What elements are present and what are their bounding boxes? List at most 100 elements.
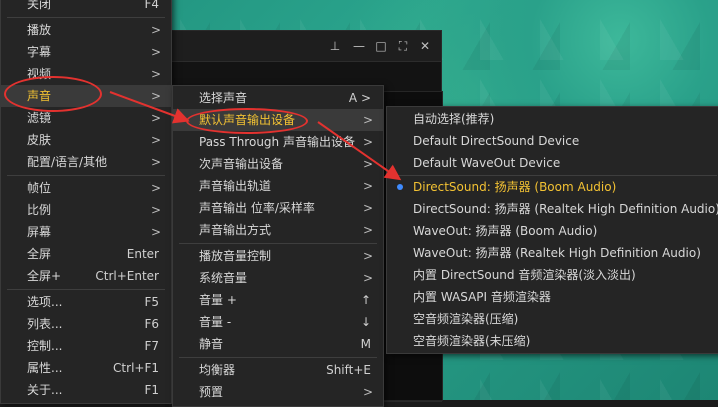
device-item-null-compressed[interactable]: 空音频渲染器(压缩) [387, 308, 718, 330]
menu-item-pass-through-device[interactable]: Pass Through 声音输出设备 > [173, 131, 383, 153]
menu-item-screen[interactable]: 屏幕 > [1, 221, 171, 243]
annotation-ellipse-default-device [186, 108, 308, 134]
menu-item-label: 列表... [27, 317, 63, 331]
chevron-right-icon: > [362, 223, 373, 237]
menu-item-about[interactable]: 关于... F1 [1, 379, 171, 401]
menu-item-volume-down[interactable]: 音量 - ↓ [173, 311, 383, 333]
chevron-right-icon: > [362, 201, 373, 215]
menu-item-filter[interactable]: 滤镜 > [1, 107, 171, 129]
menu-item-label: 空音频渲染器(未压缩) [413, 334, 531, 348]
menu-item-label: 屏幕 [27, 225, 52, 239]
menu-item-secondary-device[interactable]: 次声音输出设备 > [173, 153, 383, 175]
menu-item-label: WaveOut: 扬声器 (Realtek High Definition Au… [413, 246, 701, 260]
device-item-builtin-directsound[interactable]: 内置 DirectSound 音频渲染器(淡入淡出) [387, 264, 718, 286]
menu-separator [7, 17, 165, 18]
shortcut-label: Ctrl+F1 [113, 361, 159, 375]
pin-icon[interactable]: ⊥ [327, 38, 343, 54]
sound-submenu: 选择声音 A > 默认声音输出设备 > Pass Through 声音输出设备 > 次… [172, 85, 384, 407]
menu-item-label: 选项... [27, 295, 63, 309]
shortcut-label: F5 [144, 295, 159, 309]
fullscreen-icon[interactable]: ⛶ [395, 38, 411, 54]
menu-item-label: 字幕 [27, 45, 52, 59]
menu-item-label: 音量 + [199, 293, 237, 307]
player-titlebar: ⊥ — □ ⛶ ✕ [151, 31, 441, 62]
device-item-null-uncompressed[interactable]: 空音频渲染器(未压缩) [387, 330, 718, 352]
menu-item-volume-up[interactable]: 音量 + ↑ [173, 289, 383, 311]
close-icon[interactable]: ✕ [417, 38, 433, 54]
menu-item-play[interactable]: 播放 > [1, 19, 171, 41]
shortcut-label: F1 [144, 383, 159, 397]
menu-item-control[interactable]: 控制... F7 [1, 335, 171, 357]
annotation-ellipse-sound [4, 76, 102, 112]
menu-item-select-sound[interactable]: 选择声音 A > [173, 87, 383, 109]
shortcut-label: ↓ [360, 315, 371, 329]
menu-item-output-track[interactable]: 声音输出轨道 > [173, 175, 383, 197]
menu-item-equalizer[interactable]: 均衡器 Shift+E [173, 359, 383, 381]
menu-item-label: 内置 DirectSound 音频渲染器(淡入淡出) [413, 268, 636, 282]
menu-item-label: 系统音量 [199, 271, 248, 285]
shortcut-label: Enter [126, 247, 159, 261]
chevron-right-icon: > [150, 111, 161, 125]
chevron-right-icon: > [150, 225, 161, 239]
chevron-right-icon: > [362, 157, 373, 171]
chevron-right-icon: > [150, 67, 161, 81]
output-device-submenu: 自动选择(推荐) Default DirectSound Device Defa… [386, 106, 718, 354]
menu-item-ratio[interactable]: 比例 > [1, 199, 171, 221]
device-item-builtin-wasapi[interactable]: 内置 WASAPI 音频渲染器 [387, 286, 718, 308]
chevron-right-icon: > [362, 135, 373, 149]
chevron-right-icon: > [150, 23, 161, 37]
chevron-right-icon: > [362, 113, 373, 127]
menu-separator [7, 289, 165, 290]
menu-item-label: 内置 WASAPI 音频渲染器 [413, 290, 551, 304]
menu-item-output-mode[interactable]: 声音输出方式 > [173, 219, 383, 241]
menu-item-label: 配置/语言/其他 [27, 155, 108, 169]
menu-item-system-volume[interactable]: 系统音量 > [173, 267, 383, 289]
menu-item-label: 空音频渲染器(压缩) [413, 312, 519, 326]
device-item-default-directsound[interactable]: Default DirectSound Device [387, 130, 718, 152]
menu-item-properties[interactable]: 属性... Ctrl+F1 [1, 357, 171, 379]
menu-item-config[interactable]: 配置/语言/其他 > [1, 151, 171, 173]
menu-item-label: DirectSound: 扬声器 (Realtek High Definitio… [413, 202, 718, 216]
chevron-right-icon: > [362, 249, 373, 263]
chevron-right-icon: > [150, 133, 161, 147]
chevron-right-icon: > [150, 155, 161, 169]
shortcut-label: F4 [144, 0, 159, 11]
menu-item-frame[interactable]: 帧位 > [1, 177, 171, 199]
device-item-default-waveout[interactable]: Default WaveOut Device [387, 152, 718, 174]
shortcut-label: M [360, 337, 371, 351]
menu-item-label: DirectSound: 扬声器 (Boom Audio) [413, 180, 617, 194]
device-item-directsound-boom[interactable]: DirectSound: 扬声器 (Boom Audio) [387, 176, 718, 198]
menu-item-playlist[interactable]: 列表... F6 [1, 313, 171, 335]
menu-item-skin[interactable]: 皮肤 > [1, 129, 171, 151]
menu-item-mute[interactable]: 静音 M [173, 333, 383, 355]
menu-item-label: Pass Through 声音输出设备 [199, 135, 355, 149]
menu-item-volume-control[interactable]: 播放音量控制 > [173, 245, 383, 267]
menu-item-label: 关于... [27, 383, 63, 397]
chevron-right-icon: > [150, 181, 161, 195]
shortcut-label: F6 [144, 317, 159, 331]
menu-item-label: 比例 [27, 203, 52, 217]
menu-item-close[interactable]: 关闭 F4 [1, 0, 171, 15]
menu-item-fullscreen[interactable]: 全屏 Enter [1, 243, 171, 265]
minimize-icon[interactable]: — [351, 38, 367, 54]
menu-item-bitrate-samplerate[interactable]: 声音输出 位率/采样率 > [173, 197, 383, 219]
chevron-right-icon: > [362, 179, 373, 193]
shortcut-label: Ctrl+Enter [95, 269, 159, 283]
menu-item-label: 属性... [27, 361, 63, 375]
chevron-right-icon: > [150, 89, 161, 103]
device-item-directsound-realtek[interactable]: DirectSound: 扬声器 (Realtek High Definitio… [387, 198, 718, 220]
menu-item-subtitle[interactable]: 字幕 > [1, 41, 171, 63]
menu-item-label: 均衡器 [199, 363, 236, 377]
device-item-waveout-realtek[interactable]: WaveOut: 扬声器 (Realtek High Definition Au… [387, 242, 718, 264]
menu-item-options[interactable]: 选项... F5 [1, 291, 171, 313]
maximize-icon[interactable]: □ [373, 38, 389, 54]
menu-item-label: 声音输出方式 [199, 223, 272, 237]
chevron-right-icon: > [150, 203, 161, 217]
menu-item-label: 关闭 [27, 0, 52, 11]
menu-item-fullscreen-plus[interactable]: 全屏+ Ctrl+Enter [1, 265, 171, 287]
menu-item-label: 声音输出轨道 [199, 179, 272, 193]
device-item-auto[interactable]: 自动选择(推荐) [387, 108, 718, 130]
radio-selected-icon [397, 184, 403, 190]
menu-item-label: Default DirectSound Device [413, 134, 580, 148]
device-item-waveout-boom[interactable]: WaveOut: 扬声器 (Boom Audio) [387, 220, 718, 242]
